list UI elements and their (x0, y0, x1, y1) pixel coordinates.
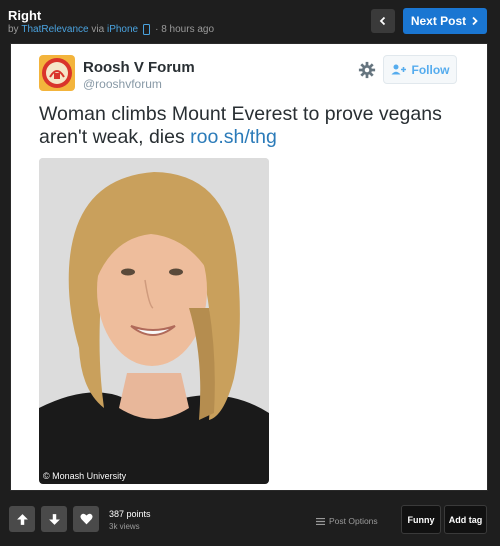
tweet-link[interactable]: roo.sh/thg (190, 126, 277, 148)
arrow-up-icon (16, 513, 28, 525)
downvote-button[interactable] (41, 506, 67, 532)
chevron-left-icon (379, 16, 386, 26)
account-handle[interactable]: @rooshvforum (83, 77, 162, 91)
post-time: · 8 hours ago (155, 24, 215, 35)
by-label: by (8, 24, 19, 35)
avatar[interactable] (39, 55, 75, 91)
next-post-label: Next Post (410, 14, 467, 28)
previous-post-button[interactable] (371, 9, 395, 33)
upvote-button[interactable] (9, 506, 35, 532)
author-link[interactable]: ThatRelevance (21, 24, 88, 35)
tweet-photo[interactable]: © Monash University (39, 158, 269, 484)
post-header: Right by ThatRelevance via iPhone · 8 hou… (0, 0, 500, 42)
tweet-text: Woman climbs Mount Everest to prove vega… (39, 103, 469, 149)
post-meta: by ThatRelevance via iPhone · 8 hours ago (8, 24, 214, 35)
chevron-right-icon (472, 16, 478, 26)
favorite-button[interactable] (73, 506, 99, 532)
post-options-label: Post Options (329, 516, 378, 526)
photo-credit: © Monash University (43, 471, 127, 481)
next-post-button[interactable]: Next Post (403, 8, 487, 34)
views-count: 3k views (109, 522, 140, 531)
platform-link[interactable]: iPhone (107, 24, 138, 35)
post-title: Right (8, 8, 42, 23)
via-label: via (91, 24, 105, 35)
follow-label: Follow (411, 62, 450, 77)
post-footer: 387 points 3k views Post Options Funny A… (0, 492, 500, 546)
heart-icon (79, 513, 93, 525)
follow-button[interactable]: Follow (383, 55, 457, 84)
arrow-down-icon (48, 513, 60, 525)
add-user-icon (391, 64, 406, 75)
post-content: Roosh V Forum @rooshvforum Follow Woman … (10, 43, 488, 491)
account-name[interactable]: Roosh V Forum (83, 59, 195, 76)
points-count: 387 points (109, 509, 151, 519)
gear-icon[interactable] (358, 61, 376, 79)
phone-icon (143, 24, 151, 35)
funny-tag-button[interactable]: Funny (401, 505, 441, 534)
post-options-button[interactable]: Post Options (316, 516, 378, 526)
list-icon (316, 517, 325, 525)
add-tag-button[interactable]: Add tag (444, 505, 487, 534)
